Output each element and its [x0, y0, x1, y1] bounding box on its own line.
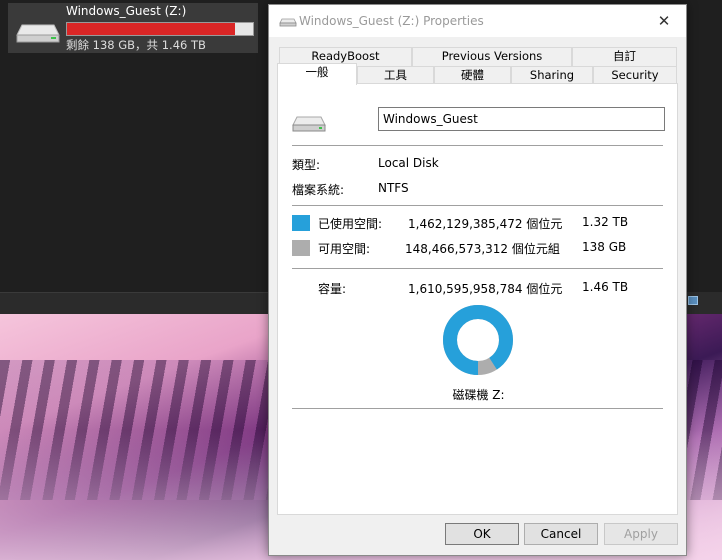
separator: [292, 268, 663, 269]
type-label: 類型:: [292, 158, 321, 172]
drive-usage-bar: [66, 22, 254, 36]
cancel-button[interactable]: Cancel: [524, 523, 598, 545]
drive-name: Windows_Guest (Z:): [66, 4, 187, 18]
drive-space-text: 剩餘 138 GB，共 1.46 TB: [66, 38, 206, 52]
dialog-title: Windows_Guest (Z:) Properties: [299, 14, 484, 28]
type-value: Local Disk: [378, 156, 439, 170]
used-space-label: 已使用空間:: [318, 217, 383, 231]
tab-previous-versions[interactable]: Previous Versions: [412, 47, 572, 66]
free-space-label: 可用空間:: [318, 242, 371, 256]
apply-button[interactable]: Apply: [604, 523, 678, 545]
disk-usage-donut: [443, 305, 513, 375]
used-space-ring: [443, 305, 513, 375]
capacity-bytes: 1,610,595,958,784 個位元: [408, 282, 563, 296]
free-space-swatch: [292, 240, 310, 256]
drive-usage-fill: [67, 23, 236, 35]
used-space-size: 1.32 TB: [582, 215, 629, 229]
volume-label-input[interactable]: [378, 107, 665, 131]
used-space-swatch: [292, 215, 310, 231]
view-toggle[interactable]: [686, 292, 722, 312]
hard-drive-icon: [16, 24, 60, 43]
drive-caption: 磁碟機 Z:: [452, 388, 505, 402]
details-view-icon[interactable]: [688, 296, 698, 305]
ok-button[interactable]: OK: [445, 523, 519, 545]
dialog-titlebar[interactable]: Windows_Guest (Z:) Properties ✕: [269, 5, 686, 37]
separator: [292, 145, 663, 146]
tab-general[interactable]: 一般: [277, 63, 357, 85]
free-space-size: 138 GB: [582, 240, 627, 254]
drive-title-icon: [279, 18, 297, 27]
free-space-bytes: 148,466,573,312 個位元組: [405, 242, 560, 256]
general-tab-panel: 類型: Local Disk 檔案系統: NTFS 已使用空間: 1,462,1…: [277, 83, 678, 515]
properties-dialog: Windows_Guest (Z:) Properties ✕ ReadyBoo…: [268, 4, 687, 556]
hard-drive-icon: [292, 116, 326, 132]
capacity-size: 1.46 TB: [582, 280, 629, 294]
capacity-label: 容量:: [318, 282, 347, 296]
filesystem-value: NTFS: [378, 181, 409, 195]
tab-customize[interactable]: 自訂: [572, 47, 677, 66]
close-button[interactable]: ✕: [646, 7, 682, 35]
filesystem-label: 檔案系統:: [292, 183, 345, 197]
used-space-bytes: 1,462,129,385,472 個位元: [408, 217, 563, 231]
separator: [292, 408, 663, 409]
drive-tile-z[interactable]: Windows_Guest (Z:) 剩餘 138 GB，共 1.46 TB: [8, 3, 258, 53]
close-icon: ✕: [657, 12, 671, 30]
separator: [292, 205, 663, 206]
